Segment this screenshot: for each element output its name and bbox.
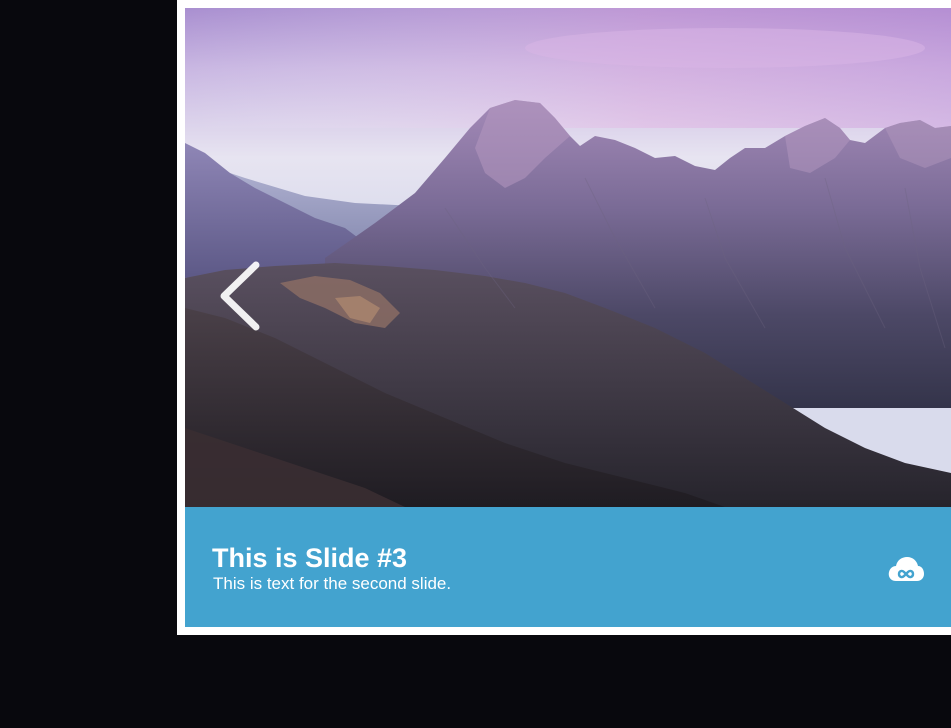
slide-description: This is text for the second slide. xyxy=(213,574,452,593)
slide-3: This is Slide #3 This is text for the se… xyxy=(185,8,951,627)
chevron-left-icon xyxy=(220,261,260,331)
previous-slide-button[interactable] xyxy=(210,255,270,337)
slide-caption: This is Slide #3 This is text for the se… xyxy=(185,507,951,627)
slide-title: This is Slide #3 xyxy=(212,543,408,573)
page-background: This is Slide #3 This is text for the se… xyxy=(0,0,951,728)
cloud-infinity-icon xyxy=(888,557,924,581)
slide-image-mountains xyxy=(185,8,951,507)
